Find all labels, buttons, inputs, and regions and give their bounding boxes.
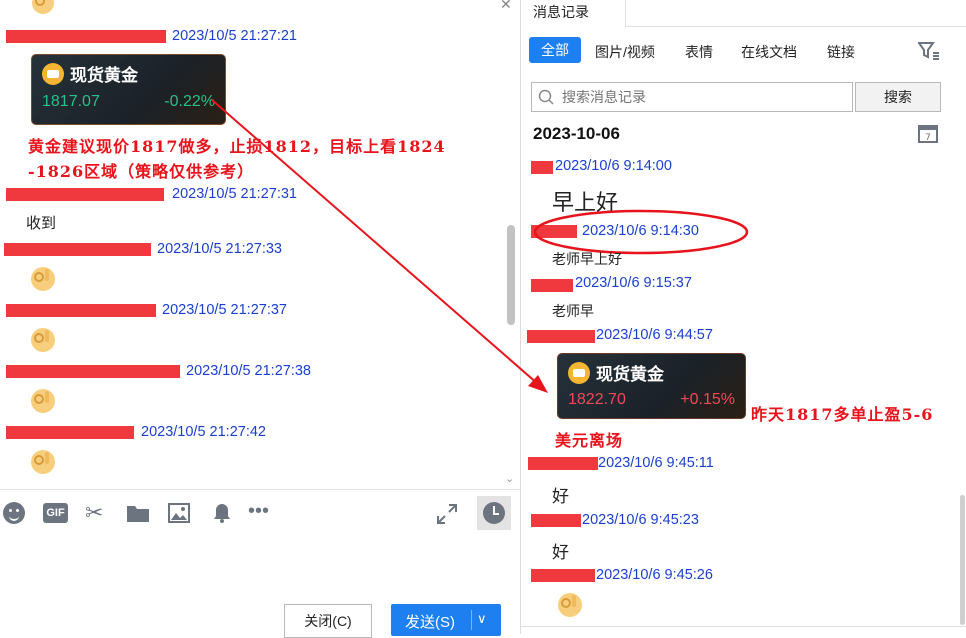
annotation-arrow bbox=[211, 99, 548, 393]
